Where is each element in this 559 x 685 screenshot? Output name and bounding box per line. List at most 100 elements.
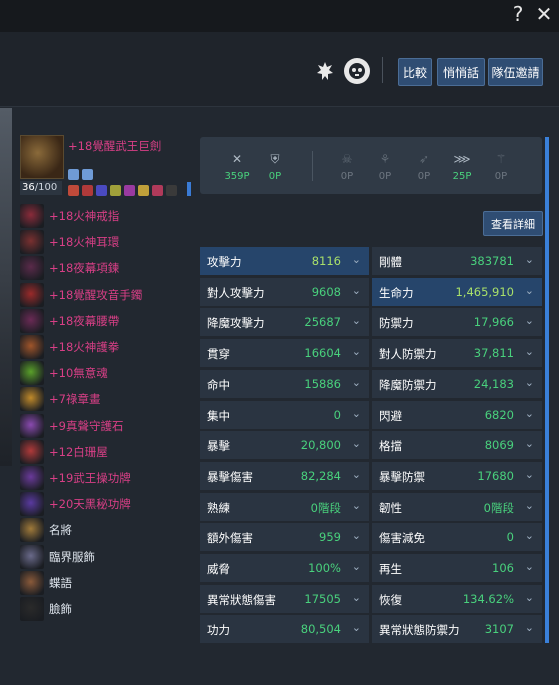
gem-icon[interactable] (152, 185, 163, 196)
chevron-down-icon[interactable]: ⌄ (525, 314, 534, 327)
stat-row[interactable]: 額外傷害 959 ⌄ (200, 523, 369, 552)
gauge-item[interactable]: ➶ 0P (404, 152, 444, 182)
gem-icon[interactable] (124, 185, 135, 196)
equipment-item-icon[interactable] (20, 361, 44, 386)
stat-row[interactable]: 生命力 1,465,910 ⌄ (372, 277, 542, 306)
stat-row[interactable]: 暴擊 20,800 ⌄ (200, 431, 369, 460)
stat-row[interactable]: 格擋 8069 ⌄ (372, 431, 542, 460)
equipment-item-icon[interactable] (20, 492, 44, 517)
close-icon[interactable]: ✕ (533, 2, 555, 26)
guild-emblem-icon[interactable] (312, 58, 338, 84)
skull-icon[interactable] (344, 58, 370, 84)
chevron-down-icon[interactable]: ⌄ (525, 468, 534, 481)
stat-row[interactable]: 暴擊傷害 82,284 ⌄ (200, 461, 369, 490)
stat-row[interactable]: 命中 15886 ⌄ (200, 369, 369, 398)
stat-row[interactable]: 暴擊防禦 17680 ⌄ (372, 461, 542, 490)
chevron-down-icon[interactable]: ⌄ (525, 621, 534, 634)
equipment-item-icon[interactable] (20, 544, 44, 569)
gem-icon[interactable] (68, 169, 79, 180)
equipment-item[interactable]: 蝶語 (20, 570, 200, 595)
chevron-down-icon[interactable]: ⌄ (525, 437, 534, 450)
equipment-item[interactable]: +18火神戒指 (20, 204, 200, 228)
gem-icon[interactable] (138, 185, 149, 196)
gauge-item[interactable]: ✕ 359P (217, 152, 257, 182)
stat-row[interactable]: 異常狀態防禦力 3107 ⌄ (372, 615, 542, 644)
weapon-icon[interactable] (20, 135, 64, 179)
stat-row[interactable]: 傷害減免 0 ⌄ (372, 523, 542, 552)
chevron-down-icon[interactable]: ⌄ (352, 376, 361, 389)
compare-button[interactable]: 比較 (398, 58, 432, 86)
gem-icon[interactable] (82, 185, 93, 196)
chevron-down-icon[interactable]: ⌄ (352, 468, 361, 481)
chevron-down-icon[interactable]: ⌄ (525, 560, 534, 573)
help-icon[interactable]: ? (507, 2, 529, 26)
equipment-item[interactable]: +18火神耳環 (20, 230, 200, 255)
gauge-item[interactable]: ⛨ 0P (255, 152, 295, 182)
equipment-item[interactable]: +7祿章畫 (20, 387, 200, 412)
equipment-item[interactable]: +18夜幕項鍊 (20, 256, 200, 281)
chevron-down-icon[interactable]: ⌄ (525, 253, 534, 266)
chevron-down-icon[interactable]: ⌄ (352, 407, 361, 420)
stat-row[interactable]: 攻擊力 8116 ⌄ (200, 247, 369, 275)
equipment-item[interactable]: +10無意魂 (20, 361, 200, 386)
stat-row[interactable]: 異常狀態傷害 17505 ⌄ (200, 584, 369, 613)
chevron-down-icon[interactable]: ⌄ (525, 529, 534, 542)
stat-row[interactable]: 再生 106 ⌄ (372, 554, 542, 582)
stat-row[interactable]: 貫穿 16604 ⌄ (200, 339, 369, 368)
chevron-down-icon[interactable]: ⌄ (352, 284, 361, 297)
chevron-down-icon[interactable]: ⌄ (352, 529, 361, 542)
gem-icon[interactable] (68, 185, 79, 196)
equipment-item-icon[interactable] (20, 308, 44, 333)
view-details-button[interactable]: 查看詳細 (483, 211, 543, 236)
stat-row[interactable]: 對人防禦力 37,811 ⌄ (372, 339, 542, 368)
gauge-item[interactable]: ☠ 0P (327, 152, 367, 182)
chevron-down-icon[interactable]: ⌄ (352, 314, 361, 327)
chevron-down-icon[interactable]: ⌄ (352, 253, 361, 266)
stat-row[interactable]: 防禦力 17,966 ⌄ (372, 308, 542, 337)
equipment-item[interactable]: +9真聲守護石 (20, 413, 200, 438)
scrollbar[interactable] (545, 137, 549, 643)
equipment-item[interactable]: +19武王操功牌 (20, 466, 200, 490)
gem-icon[interactable] (82, 169, 93, 180)
equipment-item[interactable]: +18夜幕腰帶 (20, 308, 200, 333)
stat-row[interactable]: 對人攻擊力 9608 ⌄ (200, 277, 369, 306)
equipment-item[interactable]: 名將 (20, 518, 200, 543)
chevron-down-icon[interactable]: ⌄ (525, 376, 534, 389)
chevron-down-icon[interactable]: ⌄ (352, 621, 361, 634)
chevron-down-icon[interactable]: ⌄ (352, 591, 361, 604)
stat-row[interactable]: 降魔防禦力 24,183 ⌄ (372, 369, 542, 398)
stat-row[interactable]: 集中 0 ⌄ (200, 400, 369, 429)
gauge-item[interactable]: ⚘ 0P (365, 152, 405, 182)
gem-icon[interactable] (96, 185, 107, 196)
equipment-item-icon[interactable] (20, 413, 44, 438)
equipment-item-icon[interactable] (20, 466, 44, 490)
equipment-item-icon[interactable] (20, 518, 44, 543)
stat-row[interactable]: 熟練 0階段 ⌄ (200, 492, 369, 521)
equipment-item-icon[interactable] (20, 282, 44, 307)
stat-row[interactable]: 功力 80,504 ⌄ (200, 615, 369, 644)
equipment-item-icon[interactable] (20, 597, 44, 621)
equipment-item-icon[interactable] (20, 335, 44, 359)
chevron-down-icon[interactable]: ⌄ (525, 284, 534, 297)
equipment-item-icon[interactable] (20, 230, 44, 255)
equipment-item[interactable]: 臉飾 (20, 597, 200, 621)
stat-row[interactable]: 恢復 134.62% ⌄ (372, 584, 542, 613)
scrollbar-thumb[interactable] (545, 137, 549, 643)
equipment-item[interactable]: +12白珊屋 (20, 439, 200, 464)
weapon-name[interactable]: +18覺醒武王巨劍 (68, 138, 161, 154)
equipment-item[interactable]: +18覺醒攻音手鐲 (20, 282, 200, 307)
equipment-item-icon[interactable] (20, 439, 44, 464)
equipment-item[interactable]: +20天黑秘功牌 (20, 492, 200, 517)
chevron-down-icon[interactable]: ⌄ (352, 499, 361, 512)
equipment-item[interactable]: 臨界服飾 (20, 544, 200, 569)
gem-icon[interactable] (166, 185, 177, 196)
equipment-item-icon[interactable] (20, 387, 44, 412)
chevron-down-icon[interactable]: ⌄ (352, 345, 361, 358)
gauge-item[interactable]: ⋙ 25P (442, 152, 482, 182)
stat-row[interactable]: 韌性 0階段 ⌄ (372, 492, 542, 521)
gauge-item[interactable]: ⚚ 0P (481, 152, 521, 182)
equipment-item-icon[interactable] (20, 570, 44, 595)
chevron-down-icon[interactable]: ⌄ (525, 499, 534, 512)
chevron-down-icon[interactable]: ⌄ (352, 560, 361, 573)
stat-row[interactable]: 剛體 383781 ⌄ (372, 247, 542, 275)
